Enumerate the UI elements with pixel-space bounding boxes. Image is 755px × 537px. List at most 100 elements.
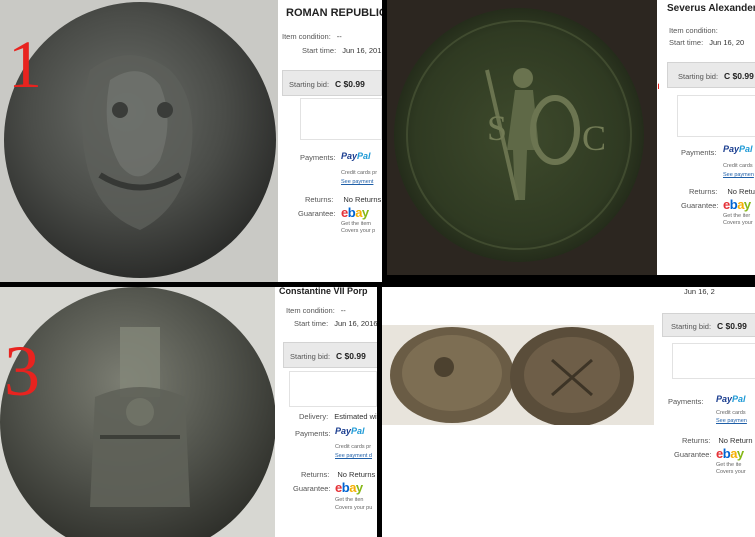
listing-3: Constantine VII Porp Item condition: -- S… [275, 287, 377, 537]
paypal-logo: PayPal [716, 394, 746, 404]
ebay-logo: ebay [723, 197, 751, 212]
bid-input-area[interactable] [300, 98, 382, 140]
bid-input-area[interactable] [289, 371, 377, 407]
item-condition-row: Item condition: -- [282, 32, 342, 41]
guarantee-row: Guarantee: [674, 450, 712, 459]
guarantee-row: Guarantee: [681, 201, 719, 210]
item-condition-label: Item condition: [286, 306, 335, 315]
ebay-e: e [335, 480, 342, 495]
paypal-pay: Pay [723, 144, 740, 154]
ebay-a: a [349, 480, 356, 495]
guarantee-label: Guarantee: [298, 209, 336, 218]
see-payment-link[interactable]: See paymen [716, 418, 747, 425]
starting-bid-value: C $0.99 [717, 321, 747, 331]
listing-title[interactable]: ROMAN REPUBLIC [286, 7, 382, 19]
guarantee-text-1: Get the ite [716, 462, 742, 468]
delivery-label: Delivery: [299, 412, 329, 421]
starting-bid-box: Starting bid: C $0.99 [662, 313, 755, 337]
listing-1: ROMAN REPUBLIC Item condition: -- Start t… [278, 0, 382, 282]
byzantine-coin-image [0, 287, 275, 537]
payments-label: Payments: [668, 397, 704, 406]
guarantee-text-1: Get the iten [335, 497, 364, 503]
panel-4: 4 Jun 16, 2 Starting bid:C $0.99 Payment… [382, 287, 755, 537]
returns-value: No Return [718, 436, 753, 445]
returns-label: Returns: [682, 436, 711, 445]
ebay-logo: ebay [335, 480, 363, 495]
guarantee-row: Guarantee: [293, 484, 331, 493]
payments-label: Payments: [300, 153, 336, 162]
paypal-pay: Pay [716, 394, 733, 404]
returns-label: Returns: [305, 195, 334, 204]
start-time-row: Start time: Jun 16, 20 [669, 38, 744, 47]
ebay-y: y [743, 197, 751, 212]
delivery-value: Estimated wit [334, 412, 377, 421]
start-time-value: Jun 16, 201 [342, 46, 382, 55]
guarantee-row: Guarantee: [298, 209, 336, 218]
paypal-pal: Pal [357, 151, 371, 161]
guarantee-label: Guarantee: [293, 484, 331, 493]
payments-row: Payments: [681, 148, 716, 157]
credit-cards-text: Credit cards [723, 163, 753, 169]
payments-row: Payments: [668, 397, 703, 406]
start-time-label: Start time: [669, 38, 704, 47]
listing-4: Jun 16, 2 Starting bid: C $0.99 Payments:… [654, 287, 755, 487]
returns-value: No Returns [727, 187, 755, 196]
two-coins-image [382, 325, 654, 425]
start-time-value: Jun 16, 2 [684, 287, 715, 296]
panel-number-3: 3 [4, 331, 40, 411]
listing-title[interactable]: Constantine VII Porp [279, 287, 368, 296]
see-payment-link[interactable]: See payment [341, 179, 373, 186]
guarantee-text-2: Covers your p [341, 228, 376, 234]
svg-text:S: S [487, 108, 507, 148]
returns-label: Returns: [301, 470, 330, 479]
bid-input-area[interactable] [677, 95, 755, 137]
guarantee-text-2: Covers your [723, 220, 753, 226]
delivery-row: Delivery: Estimated wit [299, 412, 377, 421]
item-condition-value: -- [336, 32, 342, 41]
starting-bid-label: Starting bid: [671, 322, 712, 331]
item-condition-row: Item condition: -- [286, 306, 346, 315]
ebay-e: e [716, 446, 723, 461]
starting-bid-box: Starting bid: C $0.99 [282, 70, 382, 96]
returns-row: Returns: No Return [682, 436, 753, 445]
returns-value: No Returns A [337, 470, 377, 479]
see-payment-link[interactable]: See paymen [723, 172, 754, 179]
bid-input-area[interactable] [672, 343, 755, 379]
starting-bid-box: Starting bid: C $0.99 [667, 62, 755, 88]
panel-3: 3 Constantine VII Porp Item condition: --… [0, 287, 377, 537]
coin-photo-3 [0, 287, 275, 537]
paypal-pay: Pay [341, 151, 358, 161]
ebay-e: e [723, 197, 730, 212]
credit-cards-text: Credit cards pr [335, 444, 372, 450]
guarantee-label: Guarantee: [681, 201, 719, 210]
starting-bid-value: C $0.99 [336, 351, 366, 361]
returns-row: Returns: No Returns [305, 195, 381, 204]
guarantee-text-1: Get the item [341, 221, 371, 227]
payments-label: Payments: [681, 148, 717, 157]
coin-photo-4 [382, 325, 654, 425]
ebay-logo: ebay [341, 205, 369, 220]
listing-title[interactable]: Severus Alexander [667, 3, 755, 14]
see-payment-link[interactable]: See payment d [335, 453, 372, 460]
paypal-pal: Pal [739, 144, 753, 154]
paypal-logo: PayPal [723, 144, 753, 154]
item-condition-label: Item condition: [669, 26, 718, 35]
paypal-pal: Pal [351, 426, 365, 436]
panel-1: 1 ROMAN REPUBLIC Item condition: -- Start… [0, 0, 382, 282]
start-time-row: Start time: Jun 16, 2016 [294, 319, 377, 328]
listing-2: Severus Alexander Item condition: Start … [659, 0, 755, 275]
guarantee-text-2: Covers your [716, 469, 746, 475]
payments-row: Payments: [295, 429, 330, 438]
start-time-label: Start time: [294, 319, 329, 328]
returns-label: Returns: [689, 187, 718, 196]
ebay-e: e [341, 205, 348, 220]
ebay-y: y [361, 205, 369, 220]
returns-row: Returns: No Returns A [301, 470, 377, 479]
item-condition-row: Item condition: [669, 26, 718, 35]
starting-bid-value: C $0.99 [335, 79, 365, 89]
payments-row: Payments: [300, 153, 335, 162]
panel-2: S C 2 Severus Alexander Item condition: … [387, 0, 755, 275]
starting-bid-box: Starting bid: C $0.99 [283, 342, 377, 368]
panel-number-1: 1 [8, 26, 42, 102]
mars-coin-image: S C [387, 0, 657, 275]
